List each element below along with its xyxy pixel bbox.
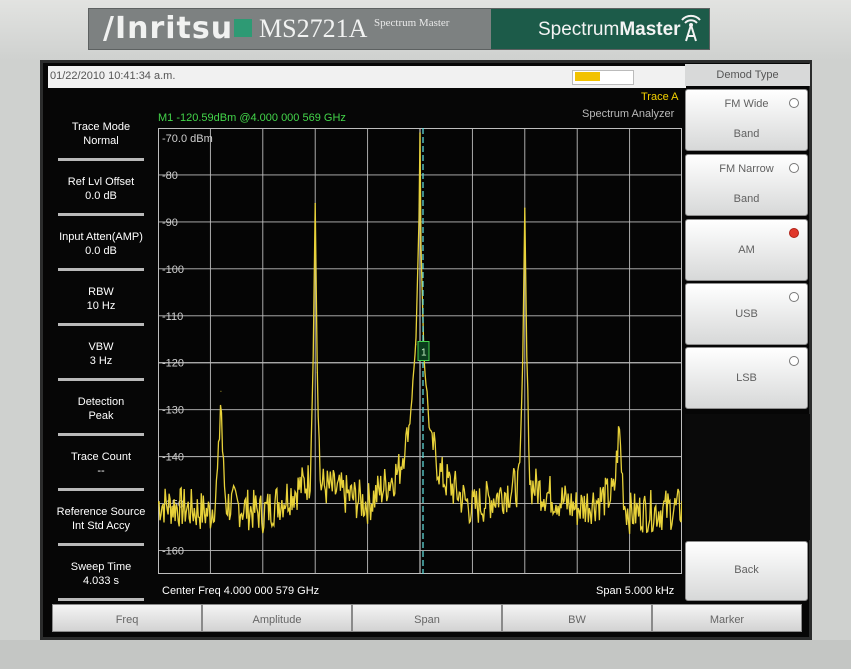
setting-trace-mode: Trace Mode Normal	[48, 120, 154, 148]
status-bar: 01/22/2010 10:41:34 a.m.	[48, 66, 686, 88]
radio-unselected-icon	[789, 292, 799, 302]
main-menu-bar: Freq Amplitude Span BW Marker	[52, 604, 804, 632]
softkey-panel: Demod Type FM Wide Band FM Narrow Band AM USB…	[685, 64, 810, 604]
setting-divider	[58, 543, 144, 546]
softkey-empty-area	[685, 414, 810, 540]
setting-label: RBW	[88, 286, 114, 298]
brand-right-panel: SpectrumMaster	[491, 9, 709, 49]
softkey-label: LSB	[736, 372, 757, 384]
product-name: SpectrumMaster	[538, 19, 681, 41]
setting-label: Ref Lvl Offset	[67, 176, 135, 188]
setting-label: Reference Source	[56, 506, 146, 518]
span-readout: Span 5.000 kHz	[596, 585, 675, 597]
instrument-bezel-right	[812, 60, 851, 669]
setting-divider	[58, 488, 144, 491]
setting-value: 0.0 dB	[85, 190, 117, 202]
setting-divider	[58, 268, 144, 271]
menu-marker-button[interactable]: Marker	[652, 604, 802, 632]
softkey-label-line2: Band	[733, 193, 760, 205]
setting-label: Detection	[77, 396, 125, 408]
setting-value: 3 Hz	[89, 355, 113, 367]
product-name-regular: Spectrum	[538, 19, 620, 40]
setting-divider	[58, 323, 144, 326]
setting-value: Int Std Accy	[71, 520, 131, 532]
setting-label: Trace Count	[70, 451, 132, 463]
model-subtitle: Spectrum Master	[374, 17, 450, 29]
y-tick-label: -110	[162, 311, 183, 323]
instrument-bezel-left	[0, 60, 40, 669]
setting-vbw: VBW 3 Hz	[48, 340, 154, 368]
brand-square-icon	[234, 19, 252, 37]
radio-unselected-icon	[789, 98, 799, 108]
softkey-label-line2: Band	[733, 128, 760, 140]
radio-selected-icon	[789, 228, 799, 238]
y-tick-label: -160	[162, 546, 184, 558]
product-name-bold: Master	[619, 19, 681, 40]
radio-unselected-icon	[789, 163, 799, 173]
antenna-icon	[681, 14, 701, 42]
setting-value: 0.0 dB	[85, 245, 117, 257]
softkey-label: Back	[734, 564, 759, 576]
setting-value: 4.033 s	[82, 575, 120, 587]
softkey-am[interactable]: AM	[685, 219, 808, 281]
softkey-label: USB	[735, 308, 758, 320]
setting-label: Trace Mode	[71, 121, 131, 133]
instrument-bezel-bottom	[0, 640, 851, 669]
softkey-fm-narrow[interactable]: FM Narrow Band	[685, 154, 808, 216]
setting-divider	[58, 598, 144, 601]
softkey-usb[interactable]: USB	[685, 283, 808, 345]
y-tick-label: -140	[162, 452, 184, 464]
setting-divider	[58, 213, 144, 216]
menu-span-button[interactable]: Span	[352, 604, 502, 632]
setting-value: Normal	[83, 135, 119, 147]
setting-label: VBW	[88, 341, 114, 353]
y-tick-label: -80	[162, 170, 178, 182]
spectrum-plot[interactable]: -70.0 dBm-80-90-100-110-120-130-140-150-…	[158, 128, 682, 574]
setting-ref-lvl-offset: Ref Lvl Offset 0.0 dB	[48, 175, 154, 203]
setting-divider	[58, 158, 144, 161]
brand-panel: /Inritsu MS2721A Spectrum Master Spectru…	[88, 8, 710, 50]
reference-level-label: -70.0 dBm	[162, 133, 213, 145]
center-frequency: Center Freq 4.000 000 579 GHz	[162, 585, 320, 597]
y-tick-label: -120	[162, 358, 184, 370]
setting-input-atten-amp: Input Atten(AMP) 0.0 dB	[48, 230, 154, 258]
setting-sweep-time: Sweep Time 4.033 s	[48, 560, 154, 588]
softkey-menu-title: Demod Type	[685, 64, 810, 86]
menu-amplitude-button[interactable]: Amplitude	[202, 604, 352, 632]
setting-reference-source: Reference Source Int Std Accy	[48, 505, 154, 533]
setting-label: Sweep Time	[70, 561, 132, 573]
y-tick-label: -130	[162, 405, 184, 417]
marker-readout: M1 -120.59dBm @4.000 000 569 GHz	[158, 112, 346, 124]
softkey-label: AM	[738, 244, 755, 256]
setting-divider	[58, 378, 144, 381]
battery-level	[575, 72, 600, 81]
setting-label: Input Atten(AMP)	[59, 231, 143, 243]
y-tick-label: -90	[162, 217, 178, 229]
setting-value: --	[97, 465, 105, 477]
setting-trace-count: Trace Count --	[48, 450, 154, 478]
mode-label: Spectrum Analyzer	[582, 108, 675, 120]
brand-logo: /Inritsu	[103, 11, 234, 46]
setting-rbw: RBW 10 Hz	[48, 285, 154, 313]
setting-value: 10 Hz	[86, 300, 116, 312]
y-tick-label: -100	[162, 264, 184, 276]
menu-freq-button[interactable]: Freq	[52, 604, 202, 632]
marker-number: 1	[421, 348, 427, 359]
measurement-settings-panel: Trace Mode Normal Ref Lvl Offset 0.0 dB Inpu…	[48, 112, 154, 612]
setting-detection: Detection Peak	[48, 395, 154, 423]
model-name: MS2721A	[259, 14, 368, 43]
setting-value: Peak	[88, 410, 114, 422]
menu-bw-button[interactable]: BW	[502, 604, 652, 632]
softkey-lsb[interactable]: LSB	[685, 347, 808, 409]
softkey-fm-wide[interactable]: FM Wide Band	[685, 89, 808, 151]
setting-divider	[58, 433, 144, 436]
trace-label: Trace A	[641, 91, 679, 103]
timestamp: 01/22/2010 10:41:34 a.m.	[50, 70, 176, 82]
battery-icon	[572, 70, 634, 85]
radio-unselected-icon	[789, 356, 799, 366]
softkey-back-button[interactable]: Back	[685, 541, 808, 601]
